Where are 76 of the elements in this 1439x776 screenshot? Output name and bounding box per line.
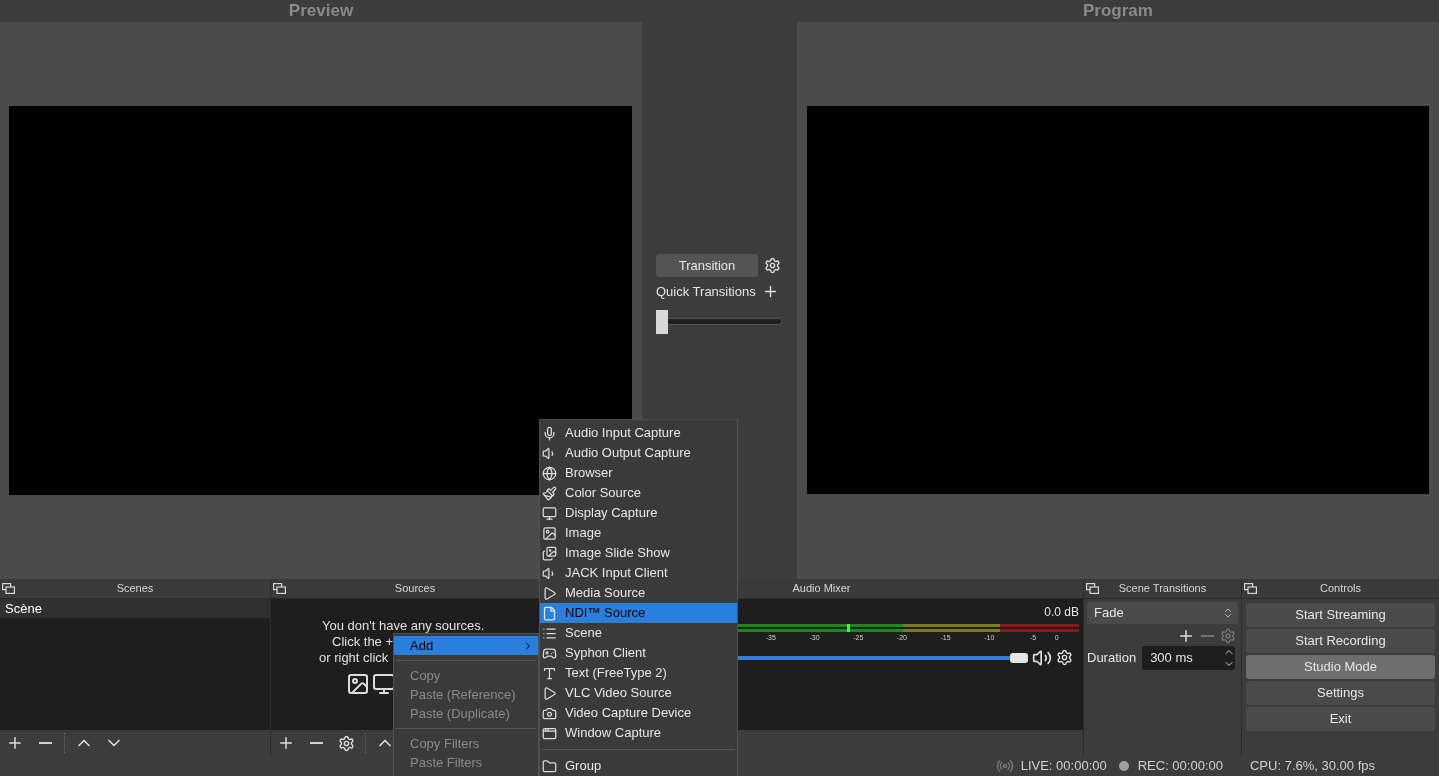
menu-item[interactable]: Window Capture bbox=[540, 723, 737, 743]
transition-button[interactable]: Transition bbox=[656, 254, 758, 277]
float-icon[interactable] bbox=[1244, 583, 1257, 594]
scenes-list-row[interactable]: Scène bbox=[0, 599, 270, 618]
control-button[interactable]: Start Streaming bbox=[1246, 603, 1435, 627]
speaker-icon[interactable] bbox=[1032, 647, 1052, 668]
quick-transitions-label: Quick Transitions bbox=[656, 283, 756, 301]
dock-title: Scenes bbox=[116, 581, 154, 597]
duration-field[interactable]: 300 ms bbox=[1142, 646, 1236, 670]
slider-thumb[interactable] bbox=[656, 309, 668, 334]
image-icon bbox=[542, 525, 557, 541]
menu-item[interactable]: Video Capture Device bbox=[540, 703, 737, 723]
dock-title: Controls bbox=[1320, 581, 1361, 597]
menu-item[interactable]: Browser bbox=[540, 463, 737, 483]
camera-icon bbox=[542, 705, 557, 721]
float-icon[interactable] bbox=[2, 583, 15, 594]
play-icon bbox=[542, 685, 557, 701]
menu-item[interactable]: Audio Output Capture bbox=[540, 443, 737, 463]
menu-item[interactable]: VLC Video Source bbox=[540, 683, 737, 703]
plus-icon bbox=[6, 734, 24, 752]
monitor-icon bbox=[372, 672, 396, 696]
menu-item[interactable]: Add bbox=[394, 636, 538, 655]
empty-sources-message: You don't have any sources. bbox=[322, 618, 485, 634]
empty-sources-message: Click the + bbox=[332, 634, 394, 650]
paintbrush-icon bbox=[542, 485, 557, 501]
control-button[interactable]: Settings bbox=[1246, 681, 1435, 705]
gamepad-icon bbox=[542, 645, 557, 661]
updown-icon bbox=[1222, 607, 1234, 619]
menu-item[interactable]: Media Source bbox=[540, 583, 737, 603]
dock-title: Sources bbox=[394, 581, 436, 597]
program-title: Program bbox=[1083, 0, 1153, 23]
add-icon[interactable] bbox=[1177, 627, 1195, 645]
plus-icon bbox=[277, 734, 295, 752]
menu-item[interactable]: Scene bbox=[540, 623, 737, 643]
settings-icon bbox=[337, 734, 355, 752]
transition-slider[interactable] bbox=[656, 309, 782, 334]
dock-title: Scene Transitions bbox=[1118, 581, 1207, 597]
control-button[interactable]: Exit bbox=[1246, 707, 1435, 731]
image-icon bbox=[346, 672, 370, 696]
volume-reading: 0.0 dB bbox=[1044, 604, 1079, 621]
window-icon bbox=[542, 725, 557, 741]
menu-item[interactable]: Text (FreeType 2) bbox=[540, 663, 737, 683]
menu-item[interactable]: JACK Input Client bbox=[540, 563, 737, 583]
preview-title: Preview bbox=[288, 0, 354, 23]
menu-item[interactable]: Group bbox=[540, 756, 737, 776]
dock-title: Audio Mixer bbox=[792, 581, 851, 597]
list-icon bbox=[542, 625, 557, 641]
recording-status: REC: 00:00:00 bbox=[1137, 757, 1223, 776]
folder-icon bbox=[542, 758, 557, 774]
minus-icon bbox=[309, 742, 323, 744]
monitor-icon bbox=[542, 505, 557, 521]
menu-item[interactable]: Audio Input Capture bbox=[540, 423, 737, 443]
live-status: LIVE: 00:00:00 bbox=[1020, 757, 1107, 776]
float-icon[interactable] bbox=[1086, 583, 1099, 594]
text-icon bbox=[542, 665, 557, 681]
menu-item[interactable]: Display Capture bbox=[540, 503, 737, 523]
menu-item[interactable]: Syphon Client bbox=[540, 643, 737, 663]
menu-item[interactable]: NDI™ Source bbox=[540, 603, 737, 623]
file-icon bbox=[542, 605, 557, 621]
globe-icon bbox=[542, 465, 557, 481]
control-button[interactable]: Studio Mode bbox=[1246, 655, 1435, 679]
transition-select[interactable]: Fade bbox=[1087, 602, 1238, 624]
empty-sources-message: or right click bbox=[319, 650, 389, 666]
menu-item[interactable]: Color Source bbox=[540, 483, 737, 503]
menu-item[interactable]: Image bbox=[540, 523, 737, 543]
menu-item[interactable]: Image Slide Show bbox=[540, 543, 737, 563]
broadcast-icon bbox=[995, 757, 1014, 775]
microphone-icon bbox=[542, 425, 557, 441]
duration-label: Duration bbox=[1087, 649, 1137, 668]
cpu-status: CPU: 7.6%, 30.00 fps bbox=[1250, 757, 1375, 776]
play-icon bbox=[542, 585, 557, 601]
images-icon bbox=[542, 545, 557, 561]
control-button[interactable]: Start Recording bbox=[1246, 629, 1435, 653]
minus-icon bbox=[38, 742, 52, 744]
volume-thumb[interactable] bbox=[1010, 652, 1028, 663]
float-icon[interactable] bbox=[273, 583, 286, 594]
